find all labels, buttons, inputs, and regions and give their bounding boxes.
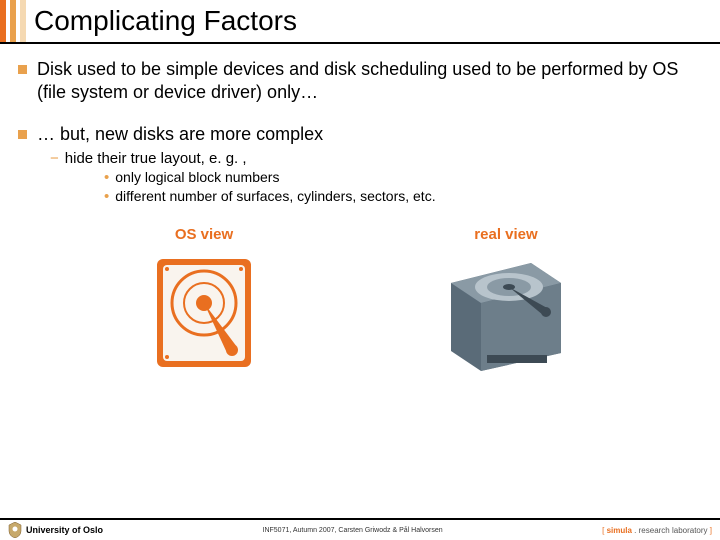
sub-sub-bullet-list: • only logical block numbers • different… [104,169,702,206]
bullet-square-icon [18,130,27,139]
slide-title: Complicating Factors [30,0,297,42]
footer-lab: [ simula . research laboratory ] [602,526,712,535]
sub-sub-bullet-item: • only logical block numbers [104,169,702,187]
sub-bullet-list: − hide their true layout, e. g. , • only… [50,150,702,206]
footer-left: University of Oslo [8,522,103,538]
sub-bullet-text: hide their true layout, e. g. , [65,150,247,167]
bullet-item: … but, new disks are more complex [18,123,702,146]
title-bar: Complicating Factors [0,0,720,44]
real-view-label: real view [441,226,571,243]
sub-sub-bullet-text: different number of surfaces, cylinders,… [115,188,435,206]
bullet-text: … but, new disks are more complex [37,123,323,146]
dash-icon: − [50,150,59,167]
dot-icon: • [104,169,109,187]
views-row: OS view real view [18,226,702,373]
slide-footer: University of Oslo INF5071, Autumn 2007,… [0,518,720,540]
sub-bullet-item: − hide their true layout, e. g. , [50,150,702,167]
os-view-label: OS view [149,226,259,243]
bullet-square-icon [18,65,27,74]
title-accent-bars [0,0,30,42]
hard-drive-os-icon [149,253,259,373]
footer-university: University of Oslo [26,525,103,535]
sub-sub-bullet-text: only logical block numbers [115,169,279,187]
os-view-column: OS view [149,226,259,373]
hard-drive-real-icon [441,253,571,373]
bullet-text: Disk used to be simple devices and disk … [37,58,702,105]
bullet-item: Disk used to be simple devices and disk … [18,58,702,105]
slide-content: Disk used to be simple devices and disk … [0,44,720,373]
sub-sub-bullet-item: • different number of surfaces, cylinder… [104,188,702,206]
real-view-column: real view [441,226,571,373]
dot-icon: • [104,188,109,206]
university-crest-icon [8,522,22,538]
footer-course-info: INF5071, Autumn 2007, Carsten Griwodz & … [263,527,443,534]
